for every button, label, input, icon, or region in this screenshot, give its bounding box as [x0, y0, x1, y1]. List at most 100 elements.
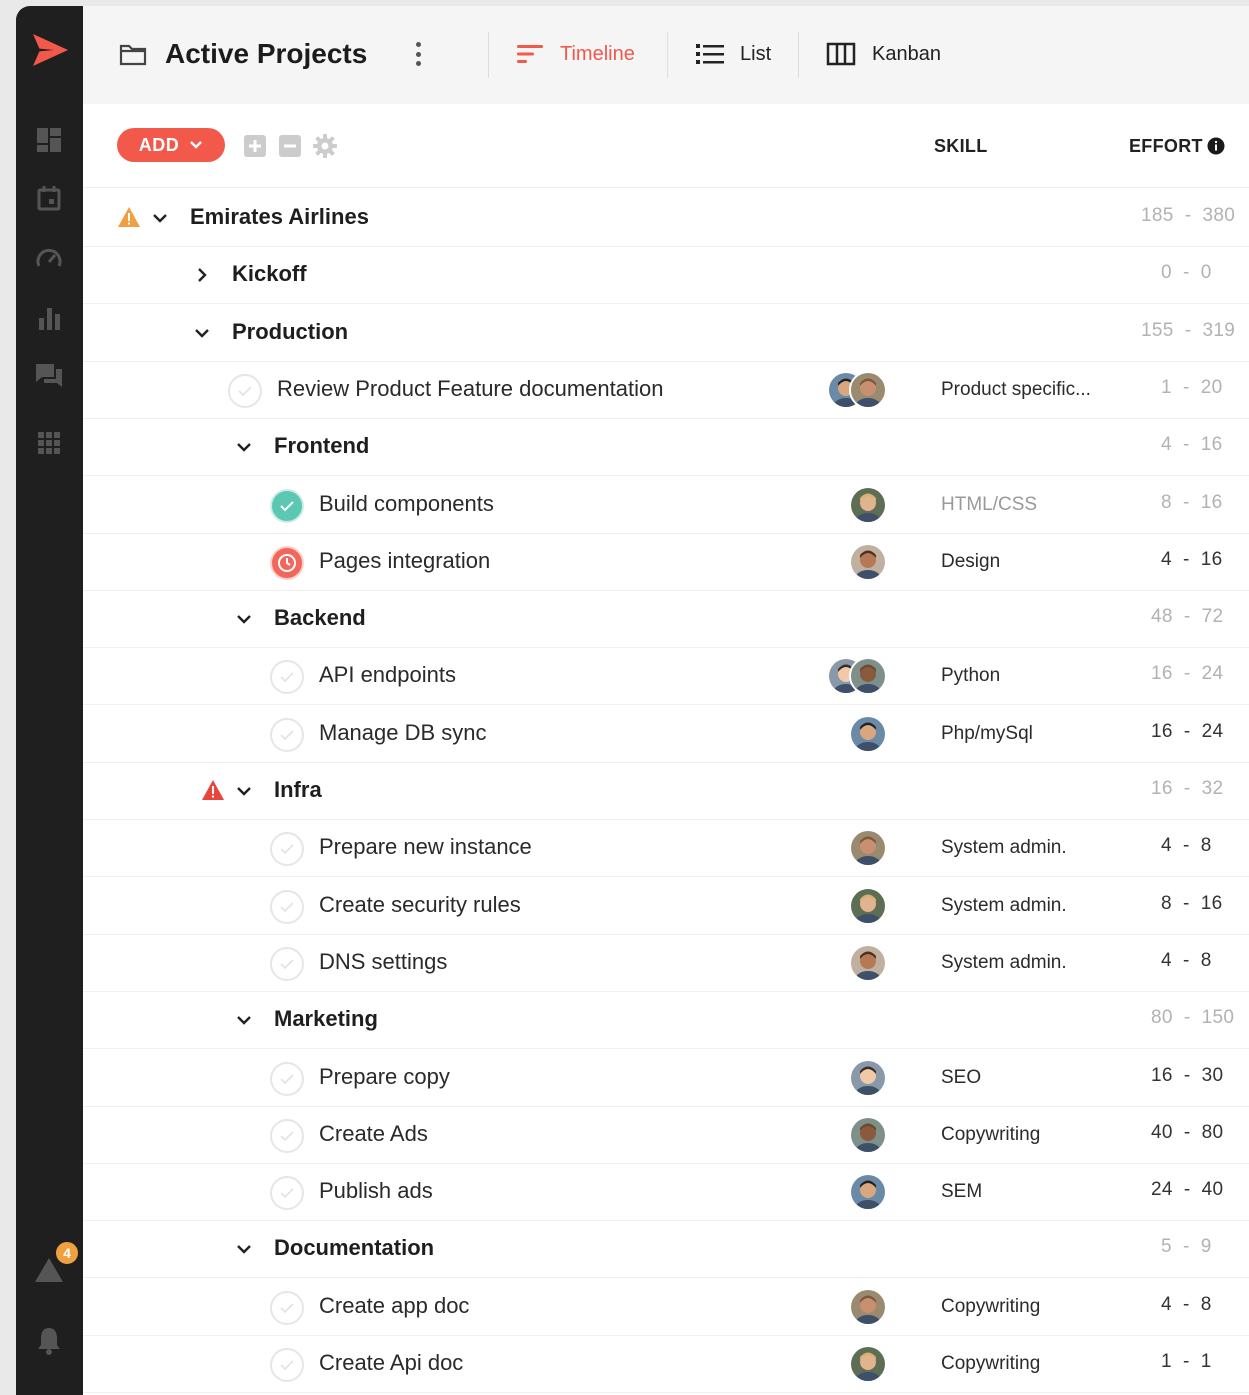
chevron-down-icon[interactable]: [233, 1009, 255, 1031]
group-row[interactable]: Frontend 4 - 16: [83, 419, 1249, 477]
table-row[interactable]: Create Ads Copywriting 40 - 80: [83, 1107, 1249, 1164]
check-circle-icon[interactable]: [270, 1118, 304, 1153]
avatar[interactable]: [849, 370, 887, 409]
logo-icon[interactable]: [30, 30, 70, 70]
avatar[interactable]: [849, 714, 887, 753]
completed-check-icon[interactable]: [270, 488, 304, 523]
avatar[interactable]: [849, 829, 887, 868]
table-row[interactable]: Create security rules System admin. 8 - 16: [83, 878, 1249, 935]
skill-column-header[interactable]: SKILL: [934, 136, 988, 157]
task-name[interactable]: Review Product Feature documentation: [277, 376, 663, 402]
chevron-down-icon[interactable]: [149, 207, 171, 229]
table-row[interactable]: Publish ads SEM 24 - 40: [83, 1164, 1249, 1222]
avatar[interactable]: [849, 1058, 887, 1097]
check-circle-icon[interactable]: [228, 373, 262, 408]
check-circle-icon[interactable]: [270, 889, 304, 924]
check-circle-icon[interactable]: [270, 1290, 304, 1325]
assignee-avatars[interactable]: [849, 542, 889, 581]
group-row[interactable]: Backend 48 - 72: [83, 591, 1249, 649]
task-name[interactable]: DNS settings: [319, 949, 447, 975]
table-row[interactable]: DNS settings System admin. 4 - 8: [83, 935, 1249, 992]
chevron-down-icon[interactable]: [233, 608, 255, 630]
chevron-right-icon[interactable]: [191, 264, 213, 286]
table-row[interactable]: Review Product Feature documentation Prod…: [83, 362, 1249, 419]
assignee-avatars[interactable]: [827, 657, 891, 696]
assignee-avatars[interactable]: [849, 1115, 889, 1154]
task-name[interactable]: Prepare copy: [319, 1064, 450, 1090]
group-row[interactable]: Infra 16 - 32: [83, 763, 1249, 820]
task-name[interactable]: Publish ads: [319, 1178, 433, 1204]
chevron-down-icon[interactable]: [233, 1238, 255, 1260]
avatar[interactable]: [849, 1173, 887, 1212]
table-row[interactable]: Build components HTML/CSS 8 - 16: [83, 477, 1249, 534]
avatar[interactable]: [849, 1345, 887, 1383]
table-row[interactable]: Create app doc Copywriting 4 - 8: [83, 1279, 1249, 1336]
chevron-down-icon[interactable]: [191, 322, 213, 344]
task-name[interactable]: Pages integration: [319, 548, 490, 574]
task-name[interactable]: Create security rules: [319, 892, 521, 918]
tab-kanban[interactable]: Kanban: [826, 36, 941, 72]
tab-list[interactable]: List: [696, 36, 771, 72]
assignee-avatars[interactable]: [849, 829, 889, 868]
chevron-down-icon[interactable]: [233, 780, 255, 802]
check-circle-icon[interactable]: [270, 1061, 304, 1096]
tab-timeline[interactable]: Timeline: [516, 36, 635, 72]
dashboard-icon[interactable]: [33, 124, 65, 156]
table-row[interactable]: Pages integration Design 4 - 16: [83, 534, 1249, 591]
group-row[interactable]: Marketing 80 - 150: [83, 992, 1249, 1050]
bell-icon[interactable]: [33, 1324, 65, 1356]
task-name[interactable]: Create Api doc: [319, 1350, 463, 1376]
expand-all-icon[interactable]: [243, 134, 267, 158]
apps-grid-icon[interactable]: [33, 427, 65, 459]
table-row[interactable]: Manage DB sync Php/mySql 16 - 24: [83, 706, 1249, 763]
group-row[interactable]: Emirates Airlines 185 - 380: [83, 190, 1249, 247]
bar-chart-icon[interactable]: [33, 302, 65, 334]
check-circle-icon[interactable]: [270, 1176, 304, 1211]
more-options-icon[interactable]: [413, 42, 423, 66]
check-circle-icon[interactable]: [270, 946, 304, 981]
task-name[interactable]: Create app doc: [319, 1293, 469, 1319]
task-name[interactable]: Manage DB sync: [319, 720, 487, 746]
assignee-avatars[interactable]: [849, 1173, 889, 1212]
gauge-icon[interactable]: [33, 243, 65, 275]
overdue-clock-icon[interactable]: [270, 545, 304, 580]
chat-icon[interactable]: [33, 360, 65, 392]
gear-icon[interactable]: [313, 134, 337, 158]
avatar[interactable]: [849, 485, 887, 524]
avatar[interactable]: [849, 542, 887, 581]
task-name[interactable]: Prepare new instance: [319, 834, 532, 860]
assignee-avatars[interactable]: [849, 714, 889, 753]
task-name[interactable]: API endpoints: [319, 662, 456, 688]
table-row[interactable]: Prepare new instance System admin. 4 - 8: [83, 820, 1249, 878]
assignee-avatars[interactable]: [849, 1345, 889, 1383]
table-row[interactable]: API endpoints Python 16 - 24: [83, 648, 1249, 706]
avatar[interactable]: [849, 657, 887, 696]
group-row[interactable]: Documentation 5 - 9: [83, 1221, 1249, 1279]
chevron-down-icon[interactable]: [233, 436, 255, 458]
assignee-avatars[interactable]: [849, 1287, 889, 1326]
assignee-avatars[interactable]: [827, 370, 891, 409]
group-row[interactable]: Production 155 - 319: [83, 305, 1249, 362]
assignee-avatars[interactable]: [849, 943, 889, 982]
calendar-icon[interactable]: [33, 182, 65, 214]
task-name[interactable]: Build components: [319, 491, 494, 517]
assignee-avatars[interactable]: [849, 1058, 889, 1097]
group-row[interactable]: Kickoff 0 - 0: [83, 247, 1249, 305]
avatar[interactable]: [849, 943, 887, 982]
assignee-avatars[interactable]: [849, 886, 889, 925]
avatar[interactable]: [849, 886, 887, 925]
assignee-avatars[interactable]: [849, 485, 889, 524]
effort-column-header[interactable]: EFFORT: [1129, 136, 1203, 157]
check-circle-icon[interactable]: [270, 1348, 304, 1382]
check-circle-icon[interactable]: [270, 660, 304, 695]
add-button[interactable]: ADD: [117, 128, 225, 162]
task-name[interactable]: Create Ads: [319, 1121, 428, 1147]
check-circle-icon[interactable]: [270, 717, 304, 752]
avatar[interactable]: [849, 1287, 887, 1326]
avatar[interactable]: [849, 1115, 887, 1154]
table-row[interactable]: Prepare copy SEO 16 - 30: [83, 1050, 1249, 1107]
info-icon[interactable]: [1207, 137, 1225, 155]
collapse-all-icon[interactable]: [278, 134, 302, 158]
table-row[interactable]: Create Api doc Copywriting 1 - 1: [83, 1336, 1249, 1393]
check-circle-icon[interactable]: [270, 832, 304, 867]
